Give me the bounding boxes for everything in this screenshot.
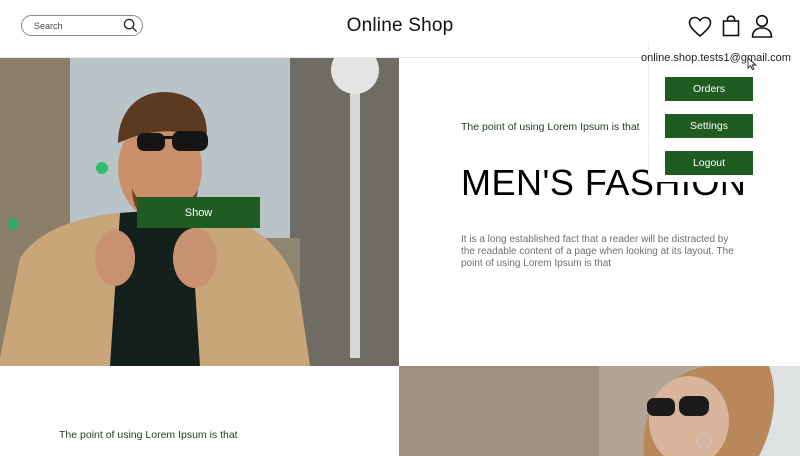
hero-image-man: Show (0, 58, 399, 366)
bottom-image-woman (399, 366, 800, 456)
user-icon[interactable] (751, 14, 773, 38)
heart-icon[interactable] (688, 16, 712, 38)
shopping-bag-icon[interactable] (722, 15, 740, 37)
bottom-tagline: The point of using Lorem Ipsum is that (59, 429, 238, 441)
user-email: online.shop.tests1@gmail.com (641, 52, 791, 64)
hero-tagline: The point of using Lorem Ipsum is that (461, 121, 640, 133)
hero-body-text: It is a long established fact that a rea… (461, 234, 734, 269)
bottom-text-panel (0, 366, 399, 456)
orders-button[interactable]: Orders (665, 77, 753, 101)
site-title[interactable]: Online Shop (0, 15, 800, 37)
logout-button[interactable]: Logout (665, 151, 753, 175)
settings-button[interactable]: Settings (665, 114, 753, 138)
show-button[interactable]: Show (137, 197, 260, 228)
mouse-cursor-icon (747, 57, 757, 71)
woman-photo-illustration (399, 366, 800, 456)
